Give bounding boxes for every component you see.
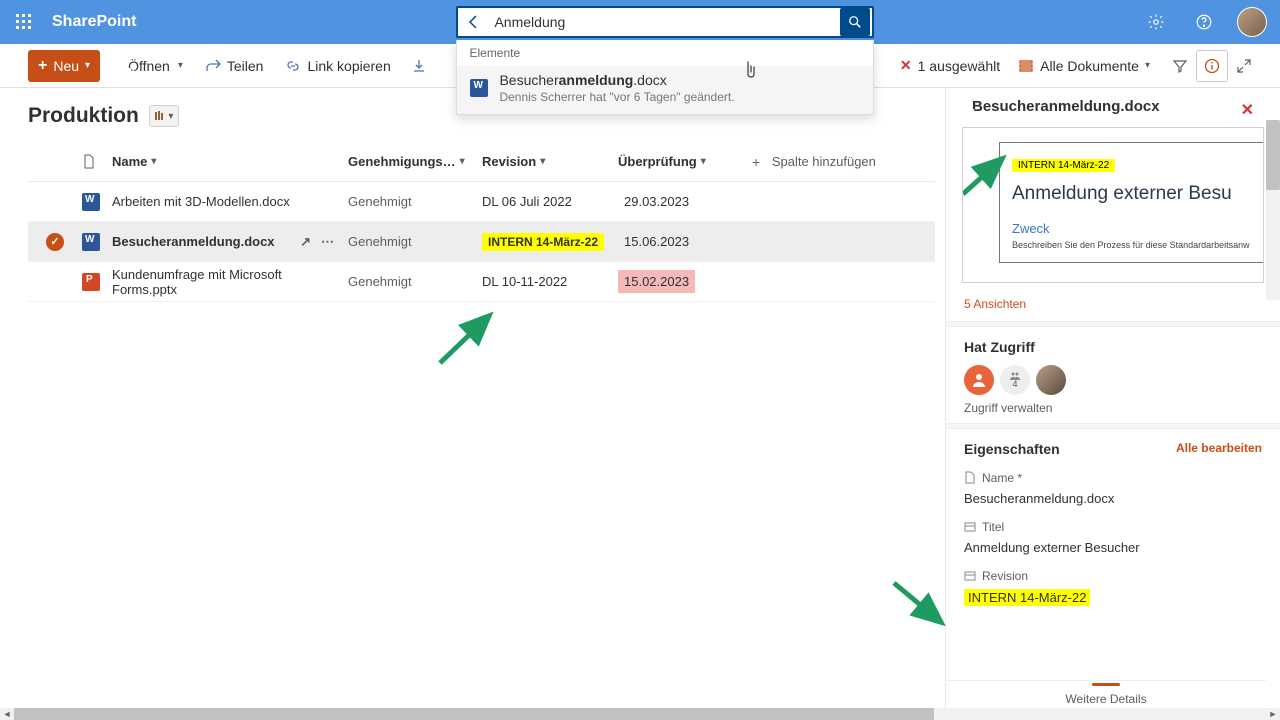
selection-count: ✕ 1 ausgewählt <box>900 57 1000 74</box>
search-suggestion-subtitle: Dennis Scherrer hat "vor 6 Tagen" geände… <box>499 90 734 104</box>
details-scrollbar[interactable] <box>1266 120 1280 300</box>
horizontal-scrollbar[interactable]: ◄ ► <box>0 708 1280 720</box>
add-column-button[interactable]: + Spalte hinzufügen <box>752 154 892 170</box>
download-button[interactable] <box>411 58 427 74</box>
file-name[interactable]: Kundenumfrage mit Microsoft Forms.pptx <box>112 267 348 297</box>
chevron-down-icon: ▾ <box>168 111 173 122</box>
library-view-chip[interactable]: ▾ <box>149 105 179 127</box>
cell-revision: DL 06 Juli 2022 <box>482 194 572 209</box>
field-value-name[interactable]: Besucheranmeldung.docx <box>964 491 1262 506</box>
details-filename: Besucheranmeldung.docx <box>972 98 1264 115</box>
details-pane-toggle[interactable] <box>1196 50 1228 82</box>
chevron-down-icon: ▾ <box>701 156 706 167</box>
search-suggestion-title: Besucheranmeldung.docx <box>499 72 734 88</box>
document-preview[interactable]: INTERN 14-März-22 Anmeldung externer Bes… <box>962 127 1264 283</box>
search-back-icon[interactable] <box>458 14 490 30</box>
copy-link-button[interactable]: Link kopieren <box>285 58 390 74</box>
preview-subheading: Zweck <box>1012 221 1264 236</box>
chevron-down-icon: ▾ <box>460 156 465 167</box>
column-approval[interactable]: Genehmigungs… ▾ <box>348 154 482 169</box>
table-row[interactable]: ✓ Besucheranmeldung.docx ↗ ⋯ GenehmigtINTERN… <box>28 222 935 262</box>
annotation-arrow <box>430 303 510 373</box>
manage-access-link[interactable]: Zugriff verwalten <box>964 401 1262 415</box>
chevron-down-icon: ▾ <box>178 60 183 71</box>
scroll-right-icon[interactable]: ► <box>1266 708 1280 720</box>
search-suggestions: Elemente Besucheranmeldung.docx Dennis S… <box>456 40 874 115</box>
view-switcher[interactable]: Alle Dokumente ▾ <box>1018 58 1150 74</box>
field-label-revision: Revision <box>964 569 1262 583</box>
page-title: Produktion <box>28 104 139 128</box>
new-button[interactable]: + Neu ▾ <box>28 50 100 82</box>
open-button[interactable]: Öffnen ▾ <box>122 58 183 74</box>
word-file-icon <box>82 193 100 211</box>
view-count-link[interactable]: 5 Ansichten <box>946 291 1280 321</box>
column-filetype[interactable] <box>82 154 112 170</box>
close-details-button[interactable]: ✕ <box>1241 100 1254 120</box>
preview-revision-tag: INTERN 14-März-22 <box>1012 159 1115 172</box>
cell-approval: Genehmigt <box>348 234 482 249</box>
row-more-icon[interactable]: ⋯ <box>321 234 334 250</box>
cell-revision: INTERN 14-März-22 <box>482 233 604 251</box>
drag-handle-icon <box>1092 683 1120 686</box>
search-box[interactable] <box>456 6 874 38</box>
collapse-icon[interactable] <box>1228 50 1260 82</box>
avatar[interactable] <box>1036 365 1066 395</box>
word-file-icon <box>82 233 100 251</box>
powerpoint-file-icon <box>82 273 100 291</box>
cell-review: 29.03.2023 <box>618 190 695 213</box>
search-suggestions-header: Elemente <box>457 40 873 66</box>
cell-approval: Genehmigt <box>348 194 482 209</box>
file-name[interactable]: Arbeiten mit 3D-Modellen.docx <box>112 194 290 209</box>
details-pane: Besucheranmeldung.docx ✕ INTERN 14-März-… <box>945 88 1280 708</box>
row-select-toggle[interactable] <box>46 193 64 211</box>
user-avatar[interactable] <box>1236 6 1268 38</box>
field-label-title: Titel <box>964 520 1262 534</box>
field-value-title[interactable]: Anmeldung externer Besucher <box>964 540 1262 555</box>
table-row[interactable]: Arbeiten mit 3D-Modellen.docx GenehmigtDL… <box>28 182 935 222</box>
access-avatars: 4 <box>964 365 1262 395</box>
cell-approval: Genehmigt <box>348 274 482 289</box>
chevron-down-icon: ▾ <box>151 156 156 167</box>
plus-icon: + <box>38 57 47 75</box>
search-suggestion-item[interactable]: Besucheranmeldung.docx Dennis Scherrer h… <box>457 66 873 114</box>
chevron-down-icon: ▾ <box>85 60 90 71</box>
settings-icon[interactable] <box>1140 6 1172 38</box>
avatar-group-count[interactable]: 4 <box>1000 365 1030 395</box>
brand-label: SharePoint <box>48 13 136 31</box>
chevron-down-icon: ▾ <box>1145 60 1150 71</box>
preview-paragraph: Beschreiben Sie den Prozess für diese St… <box>1012 240 1264 250</box>
filter-icon[interactable] <box>1164 50 1196 82</box>
preview-heading: Anmeldung externer Besu <box>1012 183 1264 205</box>
file-name[interactable]: Besucheranmeldung.docx <box>112 234 275 249</box>
app-launcher[interactable] <box>0 0 48 44</box>
share-button[interactable]: Teilen <box>205 58 264 74</box>
more-details-button[interactable]: Weitere Details <box>946 680 1266 708</box>
cell-review: 15.02.2023 <box>618 270 695 293</box>
properties-section-title: Eigenschaften Alle bearbeiten <box>964 441 1262 457</box>
avatar[interactable] <box>964 365 994 395</box>
cell-revision: DL 10-11-2022 <box>482 274 567 289</box>
clear-selection-button[interactable]: ✕ <box>900 57 912 74</box>
field-value-revision[interactable]: INTERN 14-März-22 <box>964 589 1090 606</box>
row-select-toggle[interactable]: ✓ <box>46 233 64 251</box>
search-input[interactable] <box>490 14 838 30</box>
column-name[interactable]: Name ▾ <box>112 154 348 169</box>
cell-review: 15.06.2023 <box>618 230 695 253</box>
edit-all-link[interactable]: Alle bearbeiten <box>1176 441 1262 455</box>
scroll-left-icon[interactable]: ◄ <box>0 708 14 720</box>
column-review[interactable]: Überprüfung ▾ <box>618 154 752 169</box>
access-section-title: Hat Zugriff <box>964 339 1262 355</box>
field-label-name: Name * <box>964 471 1262 485</box>
document-table: Name ▾ Genehmigungs… ▾ Revision ▾ Überpr… <box>28 142 935 302</box>
share-row-icon[interactable]: ↗ <box>300 234 311 250</box>
help-icon[interactable] <box>1188 6 1220 38</box>
column-revision[interactable]: Revision ▾ <box>482 154 618 169</box>
chevron-down-icon: ▾ <box>540 156 545 167</box>
search-submit-button[interactable] <box>840 8 870 36</box>
word-file-icon <box>469 78 489 98</box>
table-row[interactable]: Kundenumfrage mit Microsoft Forms.pptxGe… <box>28 262 935 302</box>
row-select-toggle[interactable] <box>46 273 64 291</box>
